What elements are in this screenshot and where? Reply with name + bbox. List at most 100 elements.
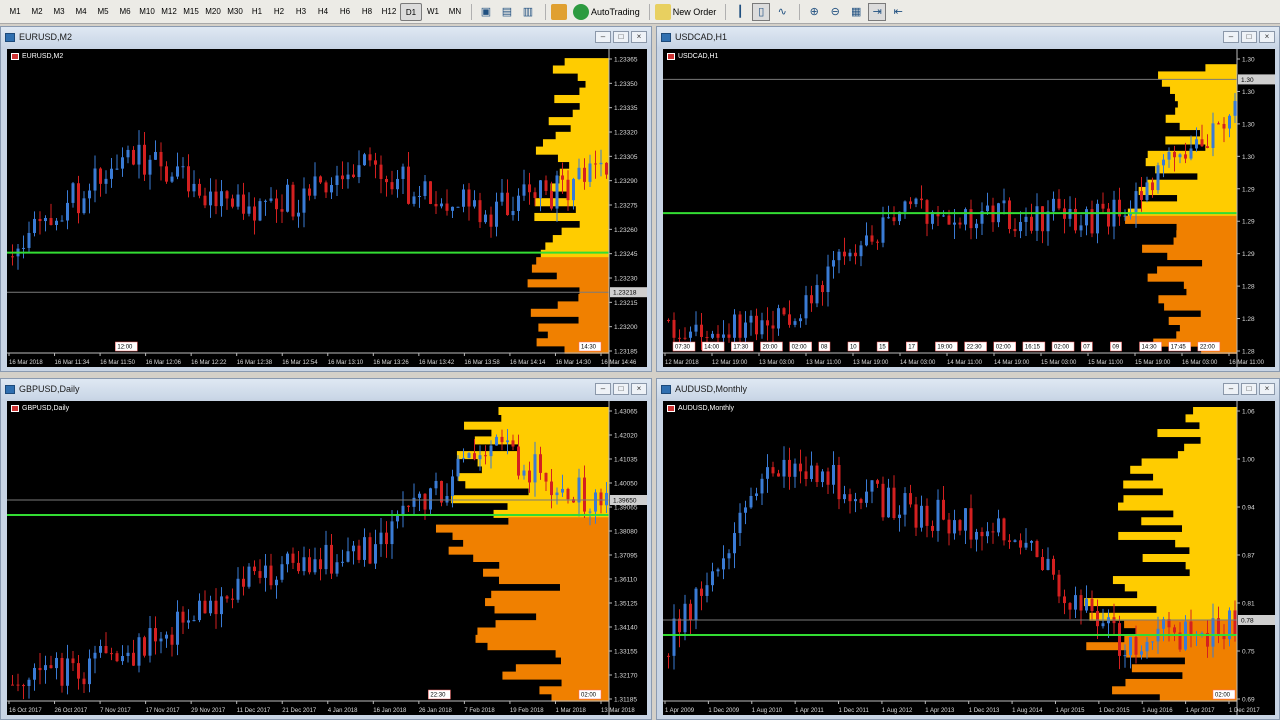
volume-profile-bar xyxy=(1177,194,1237,203)
timeframe-h12[interactable]: H12 xyxy=(378,3,400,21)
chart-symbol-label: USDCAD,H1 xyxy=(667,53,718,60)
volume-profile-bar xyxy=(1175,107,1237,116)
window-titlebar[interactable]: GBPUSD,Daily – □ × xyxy=(1,379,651,399)
candle-body xyxy=(599,162,603,165)
tile-windows-icon[interactable]: ▦ xyxy=(847,3,865,21)
candle-body xyxy=(478,455,482,460)
candle-body xyxy=(925,505,929,526)
candle-body xyxy=(55,657,58,669)
timeframe-w1[interactable]: W1 xyxy=(422,3,444,21)
candle-body xyxy=(27,679,31,686)
chart-canvas[interactable]: 1.43065 1.42020 1.41035 1.40050 1.39065 1.380… xyxy=(7,401,647,715)
chart-window-gbpusd[interactable]: GBPUSD,Daily – □ × 1.43065 1.42020 1.41035 1.… xyxy=(0,378,652,720)
window-titlebar[interactable]: USDCAD,H1 – □ × xyxy=(657,27,1279,47)
timeframe-m2[interactable]: M2 xyxy=(26,3,48,21)
candle-body xyxy=(1008,200,1011,229)
candle-body xyxy=(793,463,797,477)
volume-profile-bar xyxy=(1200,129,1237,138)
candle-body xyxy=(1019,221,1022,232)
chart-plot[interactable]: 1.06 1.00 0.94 0.87 0.81 0.75 0.69 0.78 1 Apr 20… xyxy=(663,401,1275,715)
timeframe-m30[interactable]: M30 xyxy=(224,3,246,21)
time-label: 1 Apr 2015 xyxy=(1055,708,1085,714)
timeframe-m10[interactable]: M10 xyxy=(136,3,158,21)
timeframe-m15[interactable]: M15 xyxy=(180,3,202,21)
timeframe-h1[interactable]: H1 xyxy=(246,3,268,21)
session-label: 16:15 xyxy=(1025,345,1041,351)
bar-chart-icon[interactable]: ┃ xyxy=(731,3,749,21)
volume-profile-bar xyxy=(534,198,609,207)
minimize-button[interactable]: – xyxy=(1223,31,1239,43)
volume-profile-bar xyxy=(534,212,609,222)
new-chart-icon[interactable]: ▣ xyxy=(477,3,495,21)
session-label: 02:00 xyxy=(996,345,1012,351)
chart-canvas[interactable]: 1.30 1.30 1.30 1.30 1.29 1.29 1.29 1.28 1.28 1.28… xyxy=(663,49,1275,367)
market-watch-icon[interactable]: ▥ xyxy=(519,3,537,21)
timeframe-h2[interactable]: H2 xyxy=(268,3,290,21)
autotrading-button[interactable]: AutoTrading xyxy=(573,3,640,21)
timeframe-m20[interactable]: M20 xyxy=(202,3,224,21)
candle-body xyxy=(374,160,377,165)
timeframe-m6[interactable]: M6 xyxy=(114,3,136,21)
minimize-button[interactable]: – xyxy=(595,31,611,43)
zoom-out-icon[interactable]: ⊖ xyxy=(826,3,844,21)
timeframe-m1[interactable]: M1 xyxy=(4,3,26,21)
close-button[interactable]: × xyxy=(1259,383,1275,395)
new-order-button[interactable]: New Order xyxy=(654,3,716,21)
candle-body xyxy=(390,182,394,190)
chart-canvas[interactable]: 1.06 1.00 0.94 0.87 0.81 0.75 0.69 0.78 1 Apr 20… xyxy=(663,401,1275,715)
candle-body xyxy=(550,190,553,209)
close-button[interactable]: × xyxy=(1259,31,1275,43)
profiles-icon[interactable]: ▤ xyxy=(498,3,516,21)
candle-body xyxy=(975,223,978,229)
close-button[interactable]: × xyxy=(631,383,647,395)
metaeditor-button[interactable] xyxy=(551,3,569,21)
price-label: 0.75 xyxy=(1242,649,1255,656)
session-label: 17:30 xyxy=(733,345,749,351)
chart-window-audusd[interactable]: AUDUSD,Monthly – □ × 1.06 1.00 0.94 0.87 0.81 0… xyxy=(656,378,1280,720)
timeframe-h3[interactable]: H3 xyxy=(290,3,312,21)
timeframe-m4[interactable]: M4 xyxy=(70,3,92,21)
minimize-button[interactable]: – xyxy=(1223,383,1239,395)
price-label: 1.28 xyxy=(1242,349,1255,356)
timeframe-m3[interactable]: M3 xyxy=(48,3,70,21)
toolbar-separator xyxy=(471,3,472,20)
candle-body xyxy=(500,192,504,202)
chart-plot[interactable]: 1.23365 1.23350 1.23335 1.23320 1.23305 1.232… xyxy=(7,49,647,367)
maximize-button[interactable]: □ xyxy=(613,31,629,43)
close-button[interactable]: × xyxy=(631,31,647,43)
chart-plot[interactable]: 1.30 1.30 1.30 1.30 1.29 1.29 1.29 1.28 1.28 1.28… xyxy=(663,49,1275,367)
timeframe-m5[interactable]: M5 xyxy=(92,3,114,21)
chart-canvas[interactable]: 1.23365 1.23350 1.23335 1.23320 1.23305 1.232… xyxy=(7,49,647,367)
chart-window-eurusd[interactable]: EURUSD,M2 – □ × 1.23365 1.23350 1.23335 1.233… xyxy=(0,26,652,372)
candle-body xyxy=(363,537,366,560)
time-label: 14 Mar 03:00 xyxy=(900,360,936,366)
maximize-button[interactable]: □ xyxy=(613,383,629,395)
window-title: AUDUSD,Monthly xyxy=(675,384,748,394)
autoscroll-icon[interactable]: ⇥ xyxy=(868,2,887,21)
maximize-button[interactable]: □ xyxy=(1241,31,1257,43)
chart-plot[interactable]: 1.43065 1.42020 1.41035 1.40050 1.39065 1.380… xyxy=(7,401,647,715)
maximize-button[interactable]: □ xyxy=(1241,383,1257,395)
zoom-in-icon[interactable]: ⊕ xyxy=(805,3,823,21)
candle-body xyxy=(396,515,399,522)
volume-profile-bar xyxy=(552,65,609,74)
candle-body xyxy=(379,164,383,180)
timeframe-h4[interactable]: H4 xyxy=(312,3,334,21)
timeframe-d1[interactable]: D1 xyxy=(400,2,422,21)
chart-window-usdcad[interactable]: USDCAD,H1 – □ × 1.30 1.30 1.30 1.30 1.29 1.29 1.… xyxy=(656,26,1280,372)
candle-body xyxy=(225,596,229,599)
window-titlebar[interactable]: AUDUSD,Monthly – □ × xyxy=(657,379,1279,399)
line-chart-icon[interactable]: ∿ xyxy=(773,3,791,21)
timeframe-h6[interactable]: H6 xyxy=(334,3,356,21)
candle-body xyxy=(766,320,769,326)
candle-body xyxy=(176,611,179,645)
minimize-button[interactable]: – xyxy=(595,383,611,395)
chart-shift-icon[interactable]: ⇤ xyxy=(889,3,907,21)
timeframe-h8[interactable]: H8 xyxy=(356,3,378,21)
timeframe-m12[interactable]: M12 xyxy=(158,3,180,21)
timeframe-mn[interactable]: MN xyxy=(444,3,466,21)
candle-body xyxy=(517,195,520,212)
candlestick-chart-icon[interactable]: ▯ xyxy=(752,2,771,21)
window-titlebar[interactable]: EURUSD,M2 – □ × xyxy=(1,27,651,47)
window-title: EURUSD,M2 xyxy=(19,32,73,42)
